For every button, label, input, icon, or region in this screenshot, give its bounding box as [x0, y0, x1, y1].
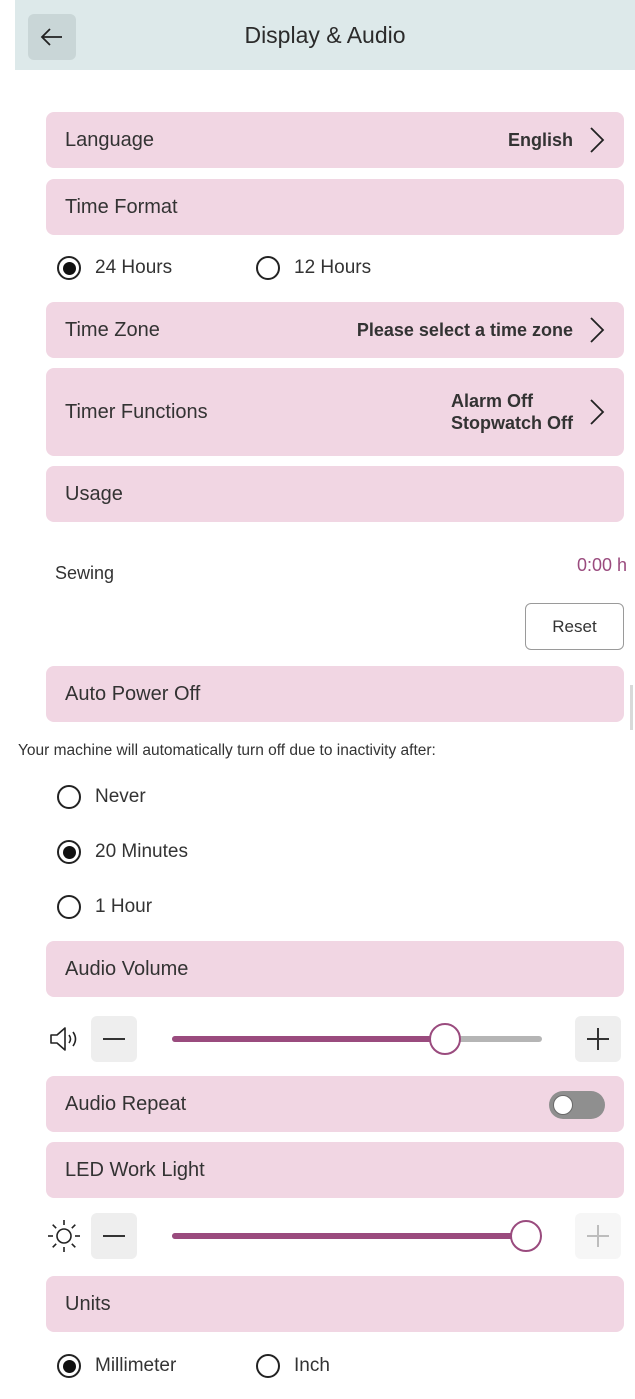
units-inch-option[interactable]: Inch	[256, 1354, 330, 1378]
minus-icon	[103, 1038, 125, 1040]
radio-selected-icon	[57, 840, 81, 864]
volume-slider[interactable]	[172, 1023, 542, 1055]
light-slider-fill	[172, 1233, 526, 1239]
radio-selected-icon	[57, 256, 81, 280]
top-bar: Display & Audio	[15, 0, 635, 70]
time-format-section: Time Format	[46, 179, 624, 235]
radio-selected-icon	[57, 1354, 81, 1378]
chevron-right-icon	[589, 126, 605, 154]
light-increase-button[interactable]	[575, 1213, 621, 1259]
scrollbar[interactable]	[630, 685, 633, 730]
light-decrease-button[interactable]	[91, 1213, 137, 1259]
audio-volume-label: Audio Volume	[65, 957, 189, 980]
plus-icon	[587, 1225, 609, 1247]
auto-power-off-description: Your machine will automatically turn off…	[18, 742, 436, 759]
auto-power-off-label: Auto Power Off	[65, 682, 201, 705]
led-work-light-section: LED Work Light	[46, 1142, 624, 1198]
time-format-12h-option[interactable]: 12 Hours	[256, 256, 371, 280]
radio-unselected-icon	[57, 895, 81, 919]
language-label: Language	[65, 128, 154, 151]
volume-slider-thumb[interactable]	[428, 1023, 461, 1055]
radio-label: Never	[95, 786, 146, 807]
volume-decrease-button[interactable]	[91, 1016, 137, 1062]
usage-section: Usage	[46, 466, 624, 522]
radio-label: 24 Hours	[95, 257, 173, 278]
alarm-status: Alarm Off	[451, 390, 534, 411]
units-millimeter-option[interactable]: Millimeter	[57, 1354, 176, 1378]
page-title: Display & Audio	[244, 22, 406, 48]
timer-functions-value: Alarm Off Stopwatch Off	[451, 390, 573, 435]
chevron-right-icon	[589, 316, 605, 344]
chevron-right-icon	[589, 398, 605, 426]
sun-icon	[46, 1218, 82, 1259]
stopwatch-status: Stopwatch Off	[451, 413, 573, 433]
language-row[interactable]: Language English	[46, 112, 624, 168]
time-zone-row[interactable]: Time Zone Please select a time zone	[46, 302, 624, 358]
time-format-label: Time Format	[65, 195, 178, 218]
auto-off-1-hour-option[interactable]: 1 Hour	[57, 895, 152, 919]
light-slider[interactable]	[172, 1220, 542, 1252]
toggle-knob	[553, 1095, 573, 1115]
audio-repeat-toggle[interactable]	[549, 1091, 605, 1119]
auto-power-off-section: Auto Power Off	[46, 666, 624, 722]
units-label: Units	[65, 1292, 111, 1315]
radio-label: 1 Hour	[95, 896, 153, 917]
light-slider-thumb[interactable]	[510, 1220, 542, 1252]
time-zone-value: Please select a time zone	[356, 319, 573, 340]
minus-icon	[103, 1235, 125, 1237]
audio-repeat-label: Audio Repeat	[65, 1092, 187, 1115]
units-section: Units	[46, 1276, 624, 1332]
speaker-icon	[48, 1025, 82, 1058]
radio-unselected-icon	[256, 256, 280, 280]
radio-label: 20 Minutes	[95, 841, 188, 862]
sewing-time-value: 0:00 h	[576, 555, 627, 575]
sewing-label: Sewing	[55, 563, 115, 583]
radio-label: Millimeter	[95, 1355, 177, 1376]
timer-functions-label: Timer Functions	[65, 400, 208, 423]
reset-button[interactable]: Reset	[525, 603, 624, 650]
auto-off-never-option[interactable]: Never	[57, 785, 146, 809]
plus-icon	[587, 1028, 609, 1050]
timer-functions-row[interactable]: Timer Functions Alarm Off Stopwatch Off	[46, 368, 624, 456]
radio-unselected-icon	[57, 785, 81, 809]
language-value: English	[507, 129, 573, 150]
radio-label: Inch	[294, 1355, 330, 1376]
audio-volume-section: Audio Volume	[46, 941, 624, 997]
radio-unselected-icon	[256, 1354, 280, 1378]
time-zone-label: Time Zone	[65, 318, 160, 341]
audio-repeat-row: Audio Repeat	[46, 1076, 624, 1132]
auto-off-20-minutes-option[interactable]: 20 Minutes	[57, 840, 188, 864]
volume-slider-fill	[172, 1036, 445, 1042]
led-work-light-label: LED Work Light	[65, 1158, 205, 1181]
volume-increase-button[interactable]	[575, 1016, 621, 1062]
usage-label: Usage	[65, 482, 123, 505]
time-format-24h-option[interactable]: 24 Hours	[57, 256, 172, 280]
radio-label: 12 Hours	[294, 257, 372, 278]
